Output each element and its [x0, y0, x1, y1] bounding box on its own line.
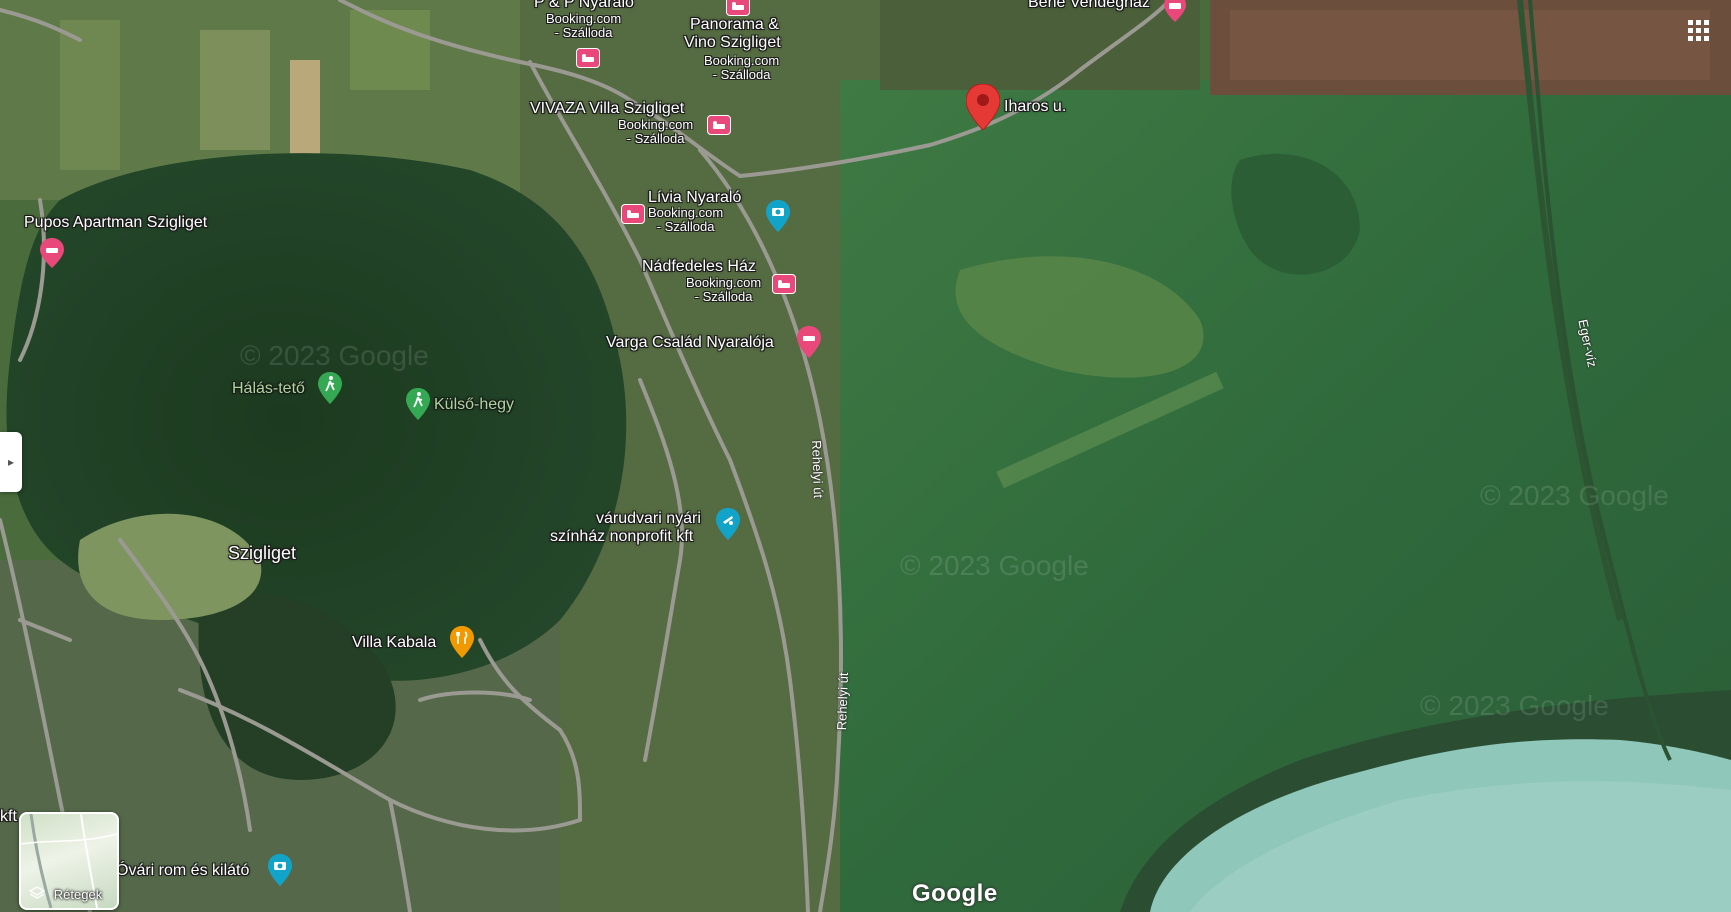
google-logo: Google: [912, 880, 998, 907]
apps-grid-icon[interactable]: [1688, 20, 1710, 42]
selected-location-pin-icon[interactable]: [966, 84, 1000, 130]
hiking-pin-icon[interactable]: [318, 372, 342, 404]
layers-label: Rétegek: [53, 887, 103, 902]
copyright-watermark: © 2023 Google: [240, 340, 429, 371]
poi-label-kft[interactable]: kft: [0, 808, 17, 826]
poi-label-bene[interactable]: Bene Vendégház: [1028, 0, 1150, 12]
road-label-rehelyi: Rehelyi út: [834, 672, 852, 731]
poi-label-panorama-line2[interactable]: Vino Szigliget: [684, 34, 781, 52]
poi-label-panorama[interactable]: Panorama &: [690, 16, 779, 34]
camera-pin-icon[interactable]: [268, 854, 292, 886]
bed-icon[interactable]: [707, 115, 731, 135]
poi-label-kulso-hegy[interactable]: Külső-hegy: [434, 396, 514, 414]
satellite-imagery: [0, 0, 1731, 912]
hiking-pin-icon[interactable]: [406, 388, 430, 420]
bed-icon[interactable]: [576, 48, 600, 68]
poi-sublabel: Booking.com - Szálloda: [546, 11, 622, 40]
hotel-pin-icon[interactable]: [1164, 0, 1186, 22]
poi-sublabel: Booking.com - Szálloda: [648, 205, 724, 234]
poi-label-nadfedeles[interactable]: Nádfedeles Ház: [642, 258, 756, 276]
poi-label-pupos[interactable]: Pupos Apartman Szigliget: [24, 214, 207, 232]
poi-sublabel: Booking.com - Szálloda: [704, 53, 780, 82]
copyright-watermark: © 2023 Google: [900, 550, 1089, 581]
copyright-watermark: © 2023 Google: [1420, 690, 1609, 721]
poi-label-halas-teto[interactable]: Hálás-tető: [232, 380, 305, 398]
hotel-pin-icon[interactable]: [797, 326, 821, 358]
poi-sublabel: Booking.com - Szálloda: [686, 275, 762, 304]
poi-label-varudvari-line2[interactable]: színház nonprofit kft: [550, 528, 693, 546]
bed-icon[interactable]: [621, 204, 645, 224]
hotel-pin-icon[interactable]: [40, 238, 64, 268]
poi-label-villa-kabala[interactable]: Villa Kabala: [352, 634, 436, 652]
poi-label-vivaza[interactable]: VIVAZA Villa Szigliget: [530, 100, 684, 118]
side-panel-toggle[interactable]: ▸: [0, 432, 22, 492]
bed-icon[interactable]: [726, 0, 750, 16]
restaurant-pin-icon[interactable]: [450, 626, 474, 658]
theater-pin-icon[interactable]: [716, 508, 740, 540]
copyright-watermark: © 2023 Google: [1480, 480, 1669, 511]
poi-label-varudvari[interactable]: várudvari nyári: [596, 510, 701, 528]
street-label-iharos[interactable]: Iharos u.: [1004, 98, 1066, 116]
bed-icon[interactable]: [772, 274, 796, 294]
road-label-rehelyi: Rehelyi út: [809, 440, 827, 499]
satellite-map[interactable]: © 2023 Google © 2023 Google © 2023 Googl…: [0, 0, 1731, 912]
poi-sublabel: Booking.com - Szálloda: [618, 117, 694, 146]
layers-button[interactable]: Rétegek: [19, 812, 119, 910]
poi-label-ovari-rom[interactable]: Óvári rom és kilátó: [116, 862, 249, 880]
poi-label-varga[interactable]: Varga Család Nyaralója: [606, 334, 774, 352]
camera-pin-icon[interactable]: [766, 200, 790, 232]
chevron-right-icon: ▸: [7, 455, 15, 469]
place-label-szigliget[interactable]: Szigliget: [228, 544, 296, 562]
